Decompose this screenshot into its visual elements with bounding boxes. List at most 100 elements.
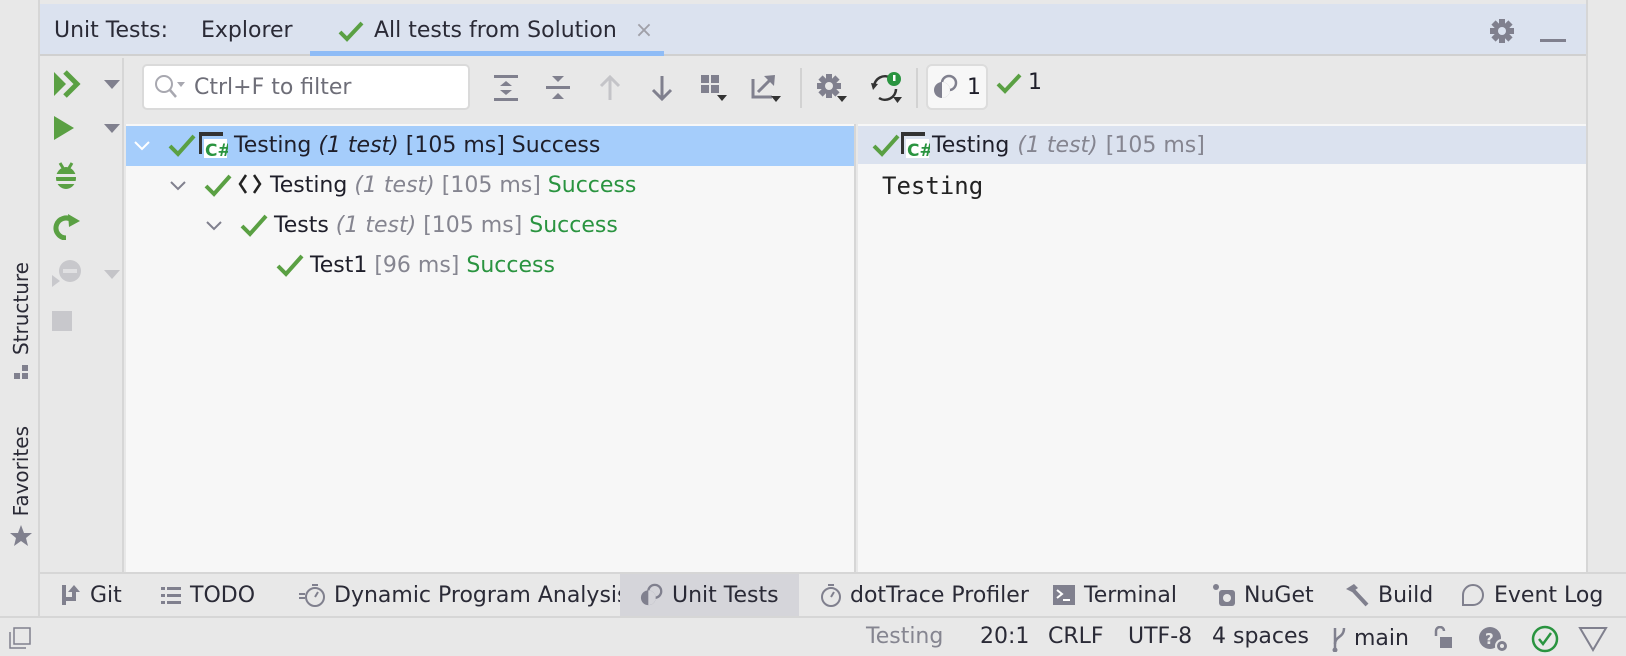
bottom-tab-dottrace-profiler[interactable]: dotTrace Profiler (808, 574, 1041, 616)
tool-window-bar: Git TODO Dynamic Program Analysis Unit T… (40, 572, 1626, 616)
list-icon (161, 587, 181, 604)
bottom-tab-terminal[interactable]: Terminal (1040, 574, 1189, 616)
bottom-tab-git[interactable]: Git (48, 574, 134, 616)
status-encoding[interactable]: UTF-8 (1128, 624, 1192, 649)
tree-row-test[interactable]: Test1 [96 ms] Success (126, 246, 854, 286)
bottom-tab-label: Terminal (1084, 582, 1177, 608)
collapse-all-button[interactable] (538, 70, 578, 106)
rerun-icon (53, 214, 80, 240)
tree-row-project[interactable]: C# Testing (1 test) [105 ms] Success (126, 126, 854, 166)
filter-box[interactable] (142, 64, 470, 110)
active-tab-indicator (310, 51, 664, 56)
bottom-tab-label: Build (1378, 582, 1434, 608)
svg-text:C#: C# (205, 141, 228, 159)
bottom-tab-label: Git (90, 582, 122, 608)
check-icon (276, 254, 304, 277)
rerun-button[interactable] (52, 206, 122, 246)
svg-text:?: ? (1485, 630, 1494, 648)
status-context[interactable]: Testing (866, 624, 943, 649)
close-tab-icon[interactable]: × (635, 18, 653, 43)
favorites-tab[interactable]: Favorites (4, 426, 38, 548)
status-branch[interactable]: main (1330, 624, 1409, 652)
check-icon (240, 214, 268, 237)
lock-icon[interactable] (1432, 626, 1454, 650)
test-output: Testing (882, 172, 984, 200)
expand-all-icon (494, 75, 518, 101)
git-icon (62, 585, 80, 605)
passed-tests-filter[interactable]: 1 (996, 70, 1042, 95)
tool-window-header: Unit Tests: Explorer All tests from Solu… (40, 4, 1586, 56)
tab-all-tests-label: All tests from Solution (374, 18, 617, 43)
dpa-icon (299, 584, 325, 607)
code-analysis-ok-icon[interactable] (1530, 624, 1560, 654)
bottom-tab-build[interactable]: Build (1332, 574, 1445, 616)
run-all-button[interactable] (52, 64, 122, 104)
status-indent[interactable]: 4 spaces (1212, 624, 1309, 649)
export-button[interactable] (746, 70, 786, 106)
passed-tests-count: 1 (1028, 70, 1042, 95)
run-button[interactable] (52, 108, 122, 148)
terminal-icon (1053, 585, 1075, 605)
tree-row-namespace[interactable]: Testing (1 test) [105 ms] Success (126, 166, 854, 206)
svg-text:C#: C# (907, 141, 930, 159)
cover-dropdown-icon (104, 270, 120, 279)
details-header: C# Testing (1 test) [105 ms] (858, 126, 1586, 164)
favorites-label: Favorites (9, 426, 33, 517)
toggle-tool-windows-icon[interactable] (8, 626, 32, 650)
auto-run-button[interactable] (866, 70, 906, 106)
bottom-tab-todo[interactable]: TODO (148, 574, 267, 616)
test-details-panel: C# Testing (1 test) [105 ms] Testing (858, 124, 1586, 572)
filter-input[interactable] (194, 74, 444, 100)
tab-all-tests-from-solution[interactable]: All tests from Solution × (338, 18, 653, 43)
structure-tab[interactable]: Structure (4, 262, 38, 381)
gear-icon[interactable] (1488, 17, 1516, 49)
settings-button[interactable] (812, 70, 852, 106)
tool-window-title: Unit Tests: (54, 18, 168, 43)
check-icon (338, 21, 364, 42)
stop-icon (52, 311, 72, 331)
bottom-tab-label: Event Log (1494, 582, 1604, 608)
group-by-button[interactable] (694, 70, 734, 106)
search-icon (155, 75, 185, 98)
tree-row-name: Testing (234, 133, 312, 158)
cover-icon (52, 260, 81, 287)
tree-row-name: Testing (270, 173, 348, 198)
tree-row-class[interactable]: Tests (1 test) [105 ms] Success (126, 206, 854, 246)
inspection-settings-icon[interactable]: ? (1478, 626, 1510, 654)
hammer-icon (1346, 584, 1369, 607)
minimize-icon[interactable] (1540, 28, 1566, 47)
arrow-up-icon (599, 74, 621, 100)
tree-row-duration: [96 ms] (374, 253, 460, 278)
tree-row-duration: [105 ms] (405, 133, 505, 158)
star-icon (10, 525, 32, 547)
structure-label: Structure (9, 262, 33, 356)
notifications-filter-icon[interactable] (1578, 626, 1608, 652)
tree-row-status: Success (547, 173, 637, 198)
debug-button[interactable] (52, 156, 122, 196)
expand-all-button[interactable] (486, 70, 526, 106)
csharp-project-icon: C# (199, 132, 228, 159)
chevron-down-icon[interactable] (168, 176, 188, 196)
bottom-tab-event-log[interactable]: Event Log (1448, 574, 1615, 616)
unit-tests-window: Structure Favorites Unit Tests: Explorer… (0, 0, 1626, 656)
status-branch-label: main (1354, 625, 1409, 651)
run-all-dropdown-icon[interactable] (104, 80, 120, 89)
total-tests-filter[interactable]: 1 (926, 64, 988, 110)
structure-icon (14, 365, 28, 380)
check-icon (204, 174, 232, 197)
run-dropdown-icon[interactable] (104, 124, 120, 133)
tab-explorer[interactable]: Explorer (201, 18, 293, 43)
status-position[interactable]: 20:1 (980, 624, 1029, 649)
status-line-ending[interactable]: CRLF (1048, 624, 1104, 649)
bottom-tab-dynamic-program-analysis[interactable]: Dynamic Program Analysis (286, 574, 640, 616)
tree-row-count: (1 test) (354, 173, 435, 198)
export-icon (751, 75, 781, 102)
details-count: (1 test) (1017, 132, 1098, 158)
chevron-down-icon[interactable] (204, 216, 224, 236)
bottom-tab-unit-tests[interactable]: Unit Tests (620, 574, 799, 616)
bottom-tab-nuget[interactable]: NuGet (1200, 574, 1326, 616)
chevron-down-icon[interactable] (132, 136, 152, 156)
check-icon (996, 73, 1022, 94)
next-button[interactable] (642, 70, 682, 106)
run-icon (54, 116, 74, 140)
